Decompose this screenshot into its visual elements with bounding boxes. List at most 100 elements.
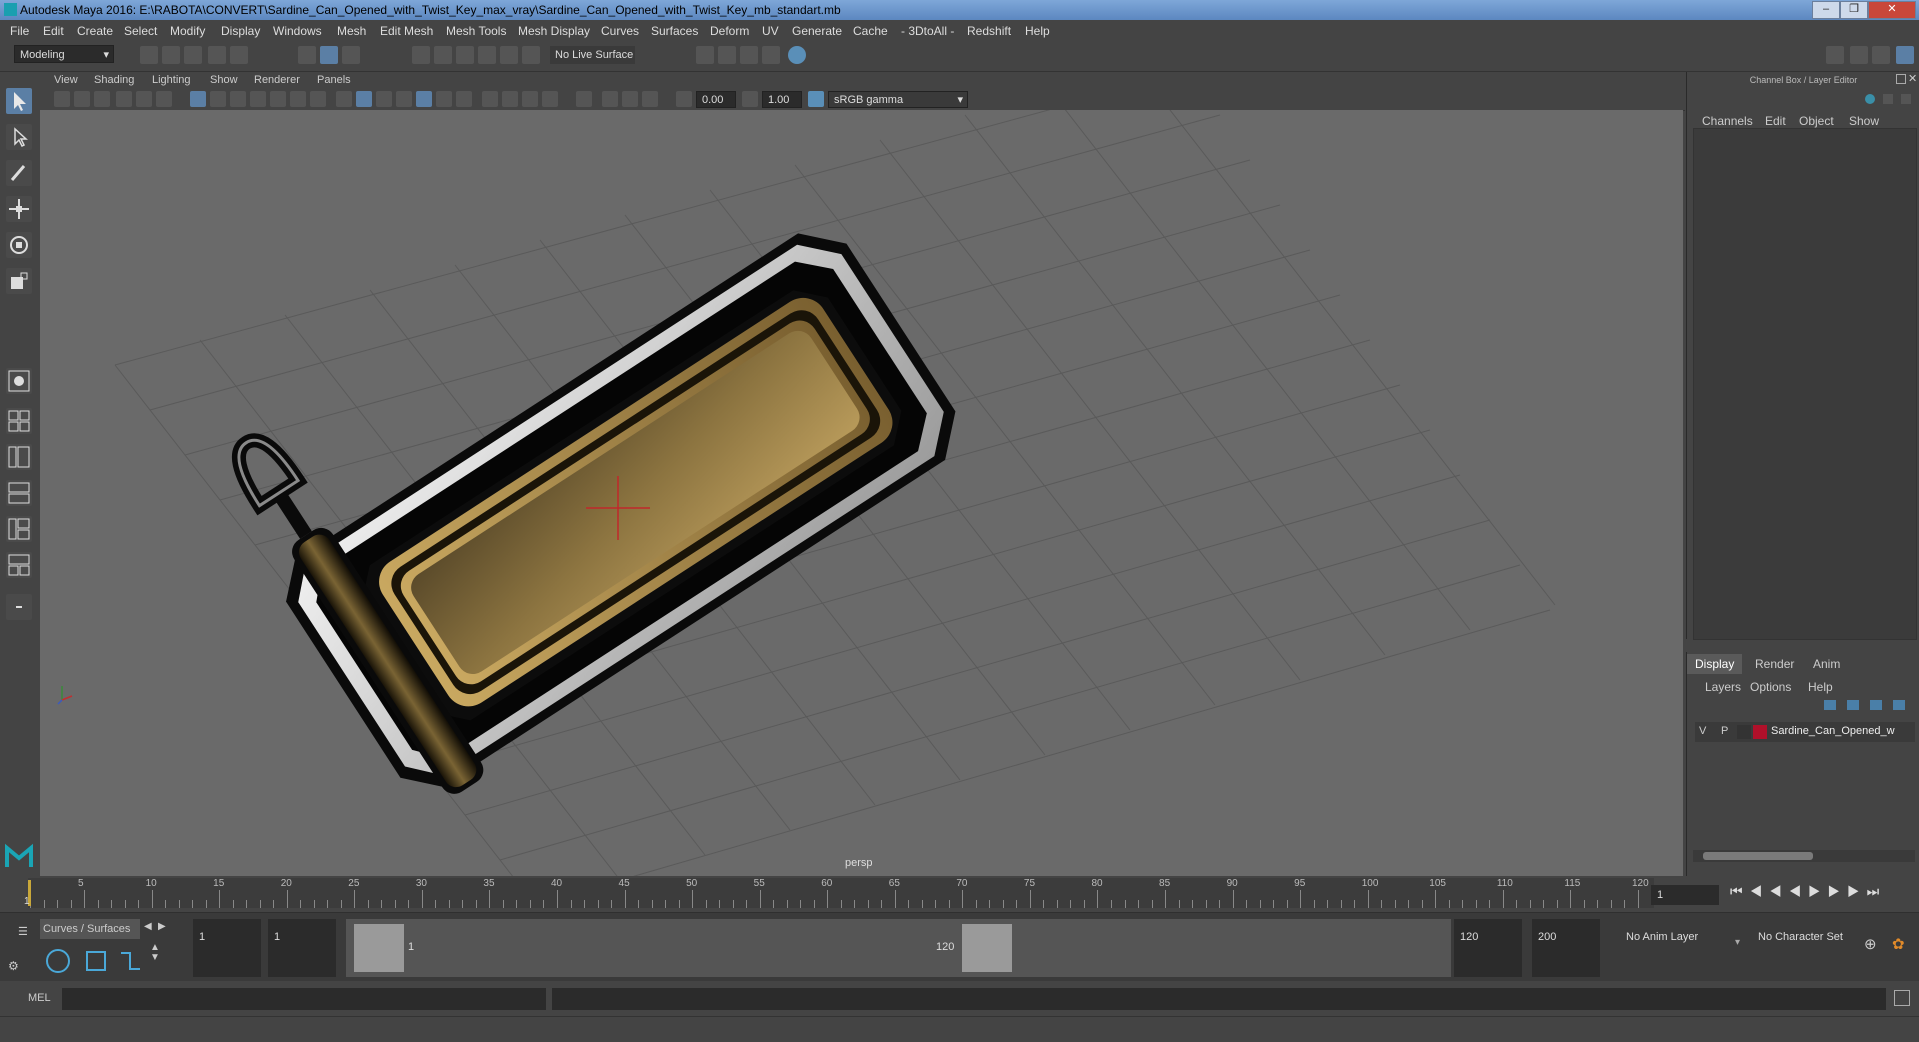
menu-surfaces[interactable]: Surfaces <box>651 24 698 38</box>
character-set-dropdown[interactable]: No Character Set <box>1752 919 1867 977</box>
new-layer-selected-icon[interactable] <box>1893 700 1905 710</box>
menu-create[interactable]: Create <box>77 24 113 38</box>
gamma-icon[interactable] <box>742 91 758 107</box>
single-perspective-layout-icon[interactable] <box>6 368 32 394</box>
mode-selector[interactable]: Modeling ▾ <box>14 45 114 63</box>
layer-row[interactable]: V P Sardine_Can_Opened_w <box>1695 722 1915 742</box>
ep-curve-icon[interactable] <box>118 949 144 973</box>
cb-menu-show[interactable]: Show <box>1849 114 1879 128</box>
use-default-material-icon[interactable] <box>376 91 392 107</box>
close-panel-icon[interactable]: ✕ <box>1908 72 1917 85</box>
panel-menu-show[interactable]: Show <box>210 74 238 86</box>
shadows-icon[interactable] <box>456 91 472 107</box>
menu-3dtoall[interactable]: - 3DtoAll - <box>901 24 954 38</box>
step-back-key-icon[interactable]: ◀ <box>1769 883 1789 899</box>
nurbs-circle-icon[interactable] <box>46 949 70 973</box>
step-back-frame-icon[interactable]: ◀ <box>1750 883 1770 899</box>
current-frame-field[interactable]: 1 <box>1651 885 1719 905</box>
film-gate-icon[interactable] <box>210 91 226 107</box>
persp-graph-layout-icon[interactable] <box>6 480 32 506</box>
wireframe-icon[interactable] <box>336 91 352 107</box>
resolution-gate-icon[interactable] <box>230 91 246 107</box>
outliner-layout-icon[interactable] <box>6 516 32 542</box>
depth-of-field-icon[interactable] <box>542 91 558 107</box>
panel-menu-view[interactable]: View <box>54 74 78 86</box>
grid-toggle-icon[interactable] <box>190 91 206 107</box>
attribute-editor-icon[interactable] <box>1850 46 1868 64</box>
menu-edit-mesh[interactable]: Edit Mesh <box>380 24 433 38</box>
open-scene-icon[interactable] <box>162 46 180 64</box>
lasso-tool-icon[interactable] <box>6 124 32 150</box>
save-scene-icon[interactable] <box>184 46 202 64</box>
field-chart-icon[interactable] <box>270 91 286 107</box>
shelf-next-icon[interactable]: ▶ <box>158 921 166 932</box>
shelf-tab[interactable]: Curves / Surfaces <box>40 919 140 939</box>
panel-menu-shading[interactable]: Shading <box>94 74 134 86</box>
nurbs-square-icon[interactable] <box>86 951 106 971</box>
snap-grid-icon[interactable] <box>412 46 430 64</box>
motion-blur-icon[interactable] <box>502 91 518 107</box>
multisample-aa-icon[interactable] <box>522 91 538 107</box>
redo-icon[interactable] <box>230 46 248 64</box>
select-component-icon[interactable] <box>342 46 360 64</box>
menu-generate[interactable]: Generate <box>792 24 842 38</box>
menu-edit[interactable]: Edit <box>43 24 64 38</box>
time-slider-track[interactable]: 5 10 15 20 25 30 35 40 45 50 55 60 65 70 75 80 85 90 95 100… <box>24 878 1654 908</box>
render-view-icon[interactable] <box>696 46 714 64</box>
layer-color-swatch[interactable] <box>1753 725 1767 739</box>
menu-file[interactable]: File <box>10 24 29 38</box>
shelf-settings-icon[interactable]: ⚙ <box>8 959 19 973</box>
view-transform-dropdown[interactable]: sRGB gamma ▾ <box>828 91 968 108</box>
maximize-button[interactable]: ❐ <box>1840 1 1868 19</box>
tool-settings-icon[interactable] <box>1872 46 1890 64</box>
animation-preferences-icon[interactable]: ✿ <box>1892 935 1905 953</box>
layer-name[interactable]: Sardine_Can_Opened_w <box>1771 725 1895 737</box>
shelf-menu-icon[interactable]: ☰ <box>18 925 32 939</box>
snap-curve-icon[interactable] <box>434 46 452 64</box>
cb-menu-channels[interactable]: Channels <box>1702 114 1753 128</box>
four-view-layout-icon[interactable] <box>6 408 32 434</box>
menu-modify[interactable]: Modify <box>170 24 205 38</box>
move-layer-down-icon[interactable] <box>1847 700 1859 710</box>
select-object-icon[interactable] <box>320 46 338 64</box>
modeling-toolkit-icon[interactable] <box>1826 46 1844 64</box>
snap-point-icon[interactable] <box>456 46 474 64</box>
undo-icon[interactable] <box>208 46 226 64</box>
persp-outliner-layout-icon[interactable] <box>6 444 32 470</box>
ipr-render-icon[interactable] <box>740 46 758 64</box>
xray-icon[interactable] <box>602 91 618 107</box>
tab-anim[interactable]: Anim <box>1805 654 1848 674</box>
layer-scrollbar[interactable] <box>1693 850 1915 862</box>
exposure-field[interactable]: 0.00 <box>696 91 736 108</box>
smooth-shade-icon[interactable] <box>356 91 372 107</box>
textured-icon[interactable] <box>416 91 432 107</box>
snap-surface-icon[interactable] <box>522 46 540 64</box>
safe-action-icon[interactable] <box>290 91 306 107</box>
menu-redshift[interactable]: Redshift <box>967 24 1011 38</box>
make-live-icon[interactable] <box>500 46 518 64</box>
step-forward-key-icon[interactable]: ▶ <box>1828 883 1848 899</box>
tab-display[interactable]: Display <box>1687 654 1743 674</box>
range-start-handle[interactable] <box>354 924 404 972</box>
menu-windows[interactable]: Windows <box>273 24 322 38</box>
safe-title-icon[interactable] <box>310 91 326 107</box>
2d-pan-zoom-icon[interactable] <box>136 91 152 107</box>
menu-mesh[interactable]: Mesh <box>337 24 366 38</box>
cb-menu-object[interactable]: Object <box>1799 114 1834 128</box>
go-to-end-icon[interactable]: ⏭ <box>1867 883 1887 899</box>
camera-lock-icon[interactable] <box>74 91 90 107</box>
float-icon[interactable] <box>1896 74 1906 84</box>
playback-start-field[interactable]: 1 <box>268 919 336 977</box>
menu-mesh-display[interactable]: Mesh Display <box>518 24 590 38</box>
render-frame-icon[interactable] <box>718 46 736 64</box>
panel-menu-renderer[interactable]: Renderer <box>254 74 300 86</box>
shelf-scroll-icon[interactable]: ▲ ▼ <box>150 943 160 963</box>
layer-playback-toggle[interactable]: P <box>1721 725 1728 737</box>
xray-components-icon[interactable] <box>642 91 658 107</box>
playback-end-field[interactable]: 120 <box>1454 919 1522 977</box>
play-forward-icon[interactable]: ▶ <box>1808 883 1828 899</box>
layer-visibility-toggle[interactable]: V <box>1699 725 1706 737</box>
range-slider[interactable]: 1 120 <box>346 919 1451 977</box>
paint-select-tool-icon[interactable] <box>6 160 32 186</box>
render-settings-icon[interactable] <box>762 46 780 64</box>
